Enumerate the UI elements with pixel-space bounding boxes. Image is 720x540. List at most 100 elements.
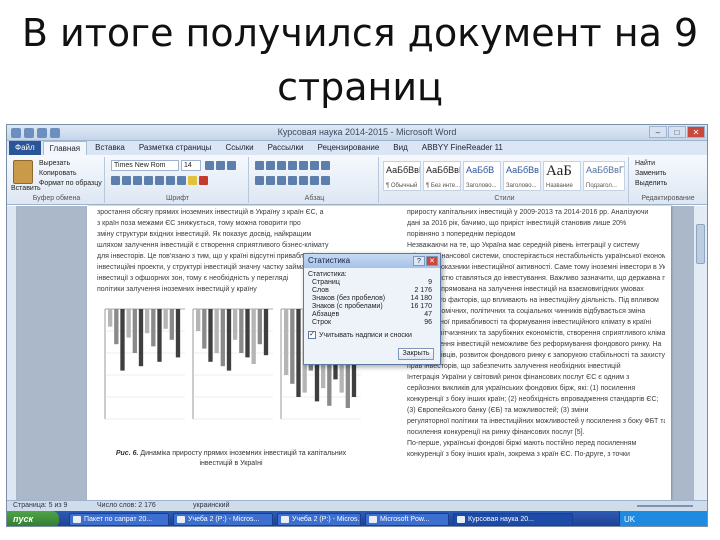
- sort-icon[interactable]: [310, 161, 319, 170]
- align-right-icon[interactable]: [277, 176, 286, 185]
- redo-icon[interactable]: [50, 128, 60, 138]
- minimize-button[interactable]: –: [649, 126, 667, 138]
- slide-title-line-1: В итоге получился документ на 9: [21, 11, 699, 55]
- help-button[interactable]: ?: [413, 256, 425, 266]
- input-language[interactable]: UK: [624, 515, 635, 524]
- bullets-icon[interactable]: [255, 161, 264, 170]
- stat-label: Знаков (без пробелов): [312, 295, 386, 302]
- line-spacing-icon[interactable]: [299, 176, 308, 185]
- tab-file[interactable]: Файл: [9, 141, 41, 155]
- scrollbar-thumb[interactable]: [696, 224, 705, 264]
- styles-group-label: Стили: [494, 195, 515, 202]
- strikethrough-icon[interactable]: [144, 176, 153, 185]
- vertical-scrollbar[interactable]: [693, 206, 707, 500]
- status-page[interactable]: Страница: 5 из 9: [13, 502, 67, 509]
- taskbar-item[interactable]: Microsoft Pow...: [365, 513, 449, 526]
- style-subtitle[interactable]: АаБбВвГ Подзагол...: [583, 161, 625, 191]
- italic-icon[interactable]: [122, 176, 131, 185]
- select-button[interactable]: Выделить: [635, 180, 667, 187]
- tab-insert[interactable]: Вставка: [89, 141, 131, 155]
- window-titlebar: Курсовая наука 2014-2015 - Microsoft Wor…: [7, 125, 707, 141]
- start-button[interactable]: пуск: [7, 511, 59, 526]
- justify-icon[interactable]: [288, 176, 297, 185]
- style-no-spacing[interactable]: АаБбВвГ ¶ Без инте...: [423, 161, 461, 191]
- stat-row: Слов 2 176: [304, 287, 440, 295]
- taskbar-item[interactable]: Учеба 2 (P:) - Micros...: [277, 513, 361, 526]
- tab-references[interactable]: Ссылки: [219, 141, 259, 155]
- taskbar-item-active[interactable]: Курсовая наука 20...: [453, 513, 573, 526]
- status-words[interactable]: Число слов: 2 176: [97, 502, 156, 509]
- taskbar-item[interactable]: Пакет по сапрат 20...: [69, 513, 169, 526]
- close-button[interactable]: ✕: [687, 126, 705, 138]
- chart-bar: [169, 309, 174, 340]
- paste-button[interactable]: Вставить: [11, 185, 41, 192]
- stat-row: Знаков (без пробелов) 14 180: [304, 295, 440, 303]
- tab-view[interactable]: Вид: [387, 141, 413, 155]
- style-title[interactable]: АаБ Название: [543, 161, 581, 191]
- tab-abbyy[interactable]: ABBYY FineReader 11: [416, 141, 509, 155]
- text-line: з країн поза межами ЄС знижується, тому …: [97, 220, 301, 227]
- numbering-icon[interactable]: [266, 161, 275, 170]
- styles-group: АаБбВвГ ¶ Обычный АаБбВвГ ¶ Без инте... …: [381, 157, 629, 203]
- font-name-combo[interactable]: Times New Rom: [111, 160, 179, 171]
- shrink-font-icon[interactable]: [216, 161, 225, 170]
- dialog-close-button[interactable]: Закрыть: [398, 348, 434, 360]
- chart-bar: [220, 309, 225, 367]
- include-textboxes-checkbox[interactable]: ✓ Учитывать надписи и сноски: [308, 331, 436, 339]
- taskbar-item[interactable]: Учеба 2 (P:) - Micros...: [173, 513, 273, 526]
- decrease-indent-icon[interactable]: [288, 161, 297, 170]
- tab-home[interactable]: Главная: [42, 141, 88, 155]
- bold-icon[interactable]: [111, 176, 120, 185]
- dialog-close-icon[interactable]: ✕: [426, 256, 438, 266]
- word-count-dialog: Статистика ? ✕ Статистика: Страниц 9 Слов 2…: [303, 253, 441, 365]
- format-painter-button[interactable]: Формат по образцу: [39, 180, 102, 187]
- font-size-combo[interactable]: 14: [181, 160, 201, 171]
- replace-button[interactable]: Заменить: [635, 170, 666, 177]
- clear-format-icon[interactable]: [227, 161, 236, 170]
- text-effects-icon[interactable]: [177, 176, 186, 185]
- text-line: зростання обсягу прямих іноземних інвест…: [97, 209, 324, 216]
- cut-button[interactable]: Вырезать: [39, 160, 70, 167]
- checkbox-icon[interactable]: ✓: [308, 331, 316, 339]
- style-normal[interactable]: АаБбВвГ ¶ Обычный: [383, 161, 421, 191]
- style-name: Заголово...: [466, 183, 497, 189]
- checkbox-label: Учитывать надписи и сноски: [319, 331, 412, 339]
- find-button[interactable]: Найти: [635, 160, 655, 167]
- grow-font-icon[interactable]: [205, 161, 214, 170]
- zoom-slider[interactable]: [637, 505, 693, 507]
- superscript-icon[interactable]: [166, 176, 175, 185]
- font-color-icon[interactable]: [199, 176, 208, 185]
- text-line: інвестиційної привабливості та формуванн…: [407, 319, 652, 326]
- save-icon[interactable]: [24, 128, 34, 138]
- copy-button[interactable]: Копировать: [39, 170, 77, 177]
- style-heading-1[interactable]: АаБбВ Заголово...: [463, 161, 501, 191]
- paste-icon[interactable]: [13, 160, 33, 184]
- tab-page-layout[interactable]: Разметка страницы: [133, 141, 218, 155]
- paragraph-group: Абзац: [251, 157, 379, 203]
- stat-label: Страниц: [312, 279, 340, 286]
- tab-review[interactable]: Рецензирование: [312, 141, 386, 155]
- style-name: ¶ Без инте...: [426, 183, 461, 189]
- pilcrow-icon[interactable]: [321, 161, 330, 170]
- chart-bar: [163, 309, 168, 329]
- chart-bar: [214, 309, 219, 353]
- clipboard-group-label: Буфер обмена: [32, 195, 81, 202]
- style-heading-2[interactable]: АаБбВв Заголово...: [503, 161, 541, 191]
- underline-icon[interactable]: [133, 176, 142, 185]
- shading-icon[interactable]: [310, 176, 319, 185]
- stat-value: 96: [424, 319, 432, 326]
- text-line: На думку вітчизняних та зарубіжних еконо…: [407, 330, 665, 337]
- tab-mailings[interactable]: Рассылки: [262, 141, 310, 155]
- subscript-icon[interactable]: [155, 176, 164, 185]
- increase-indent-icon[interactable]: [299, 161, 308, 170]
- align-center-icon[interactable]: [266, 176, 275, 185]
- highlight-icon[interactable]: [188, 176, 197, 185]
- multilevel-list-icon[interactable]: [277, 161, 286, 170]
- borders-icon[interactable]: [321, 176, 330, 185]
- undo-icon[interactable]: [37, 128, 47, 138]
- align-left-icon[interactable]: [255, 176, 264, 185]
- style-sample: АаБбВвГ: [386, 165, 421, 175]
- status-language[interactable]: украинский: [193, 502, 230, 509]
- maximize-button[interactable]: □: [668, 126, 686, 138]
- text-line: приросту капітальних інвестицій у 2009-2…: [407, 209, 649, 216]
